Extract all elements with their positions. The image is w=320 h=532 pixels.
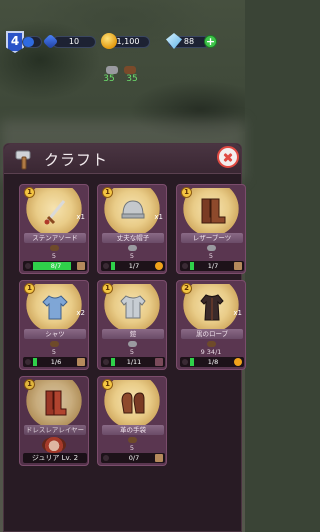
progress-text: 8/7 (50, 262, 62, 270)
gold-coin-icon (101, 33, 117, 49)
material-slot-icon (155, 454, 163, 462)
recipe-progress: 1/7 (101, 261, 165, 271)
material-count: 5 (51, 252, 57, 260)
recipe-quantity: x2 (76, 309, 85, 317)
stone-resource-icon (106, 66, 118, 74)
recipe-quantity: x1 (76, 213, 85, 221)
progress-text: 1/6 (50, 358, 62, 366)
recipe-card-gloves[interactable]: 1 革の手袋 5 0/7 (97, 376, 167, 466)
recipe-name: 丈夫な帽子 (102, 233, 164, 243)
recipe-quantity: x1 (154, 213, 163, 221)
recipe-card-robe[interactable]: 2 x1 黒のローブ 9 34/1 1/8 (176, 280, 246, 370)
boots-icon (201, 198, 226, 224)
shirt-icon (42, 295, 68, 320)
recipe-tier-badge: 1 (24, 283, 35, 294)
recipe-progress: 1/7 (180, 261, 244, 271)
leather-resource-icon (124, 66, 136, 74)
progress-text: 0/7 (128, 454, 140, 462)
recipe-card-helmet[interactable]: 1 x1 丈夫な帽子 5 1/7 (97, 184, 167, 274)
recipe-tier-badge: 1 (102, 187, 113, 198)
coin-icon (234, 358, 242, 366)
gloves-icon (121, 392, 145, 414)
recipe-name: ステンアソード (24, 233, 86, 243)
stone-resource-count: 35 (103, 74, 115, 84)
recipe-tier-badge: 1 (102, 379, 113, 390)
close-button[interactable] (217, 146, 239, 168)
recipe-card-shirt[interactable]: 1 x2 シャツ 5 1/6 (19, 280, 89, 370)
recipe-quantity: x1 (233, 309, 242, 317)
recipe-progress: 1/6 (23, 357, 87, 367)
recipe-card-dress-layer[interactable]: 1 ドレスレアレイヤー ジュリア Lv. 2 (19, 376, 89, 466)
recipe-name: レザーブーツ (181, 233, 243, 243)
recipe-progress: 1/11 (101, 357, 165, 367)
xp-bar (22, 36, 42, 48)
material-slot-icon (77, 358, 85, 366)
craft-panel-header: クラフト (4, 144, 241, 174)
material-icon (128, 245, 137, 251)
armor-icon (120, 295, 146, 319)
material-icon (207, 341, 216, 347)
gem-counter[interactable]: 10 (52, 36, 96, 48)
recipe-card-boots[interactable]: 1 レザーブーツ 5 1/7 (176, 184, 246, 274)
progress-text: 1/11 (126, 358, 142, 366)
material-count: 9 34/1 (200, 348, 222, 356)
progress-text: 1/7 (207, 262, 219, 270)
progress-text: 1/8 (207, 358, 219, 366)
leather-resource-count: 35 (126, 74, 138, 84)
material-icon (128, 341, 137, 347)
material-count: 5 (129, 348, 135, 356)
material-slot-icon (234, 262, 242, 270)
recipe-card-armor[interactable]: 1 鎧 5 1/11 (97, 280, 167, 370)
material-icon (207, 245, 216, 251)
material-slot-icon (155, 358, 163, 366)
material-slot-icon (77, 262, 85, 270)
material-icon (50, 341, 59, 347)
sword-icon (44, 200, 66, 225)
material-icon (128, 437, 137, 443)
recipe-tier-badge: 2 (181, 283, 192, 294)
add-diamonds-button[interactable]: + (204, 35, 217, 48)
recipe-name: シャツ (24, 329, 86, 339)
recipe-tier-badge: 1 (24, 187, 35, 198)
material-count: 5 (129, 444, 135, 452)
recipe-name: 黒のローブ (181, 329, 243, 339)
material-count: 5 (129, 252, 135, 260)
material-icon (50, 245, 59, 251)
recipe-tier-badge: 1 (102, 283, 113, 294)
recipe-tier-badge: 1 (181, 187, 192, 198)
material-count: 5 (208, 252, 214, 260)
recipe-progress: 8/7 (23, 261, 87, 271)
coin-icon (155, 262, 163, 270)
recipe-name: 鎧 (102, 329, 164, 339)
recipe-progress: 1/8 (180, 357, 244, 367)
hammer-icon (15, 150, 31, 170)
recipe-card-sword[interactable]: 1 x1 ステンアソード 5 8/7 (19, 184, 89, 274)
progress-text: 1/7 (128, 262, 140, 270)
robe-icon (200, 294, 224, 321)
recipe-name: 革の手袋 (102, 425, 164, 435)
panel-title: クラフト (44, 151, 109, 169)
helmet-icon (121, 200, 145, 219)
material-count: 5 (51, 348, 57, 356)
recipe-progress: 0/7 (101, 453, 165, 463)
